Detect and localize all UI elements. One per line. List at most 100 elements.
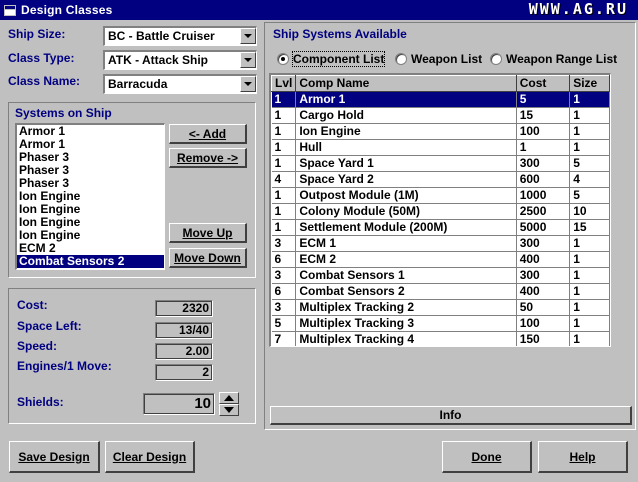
- ship-settings-panel: Ship Size: BC - Battle Cruiser Class Typ…: [2, 22, 262, 96]
- space-left-label: Space Left:: [17, 319, 82, 333]
- cell-cost: 100: [516, 123, 571, 140]
- cell-lvl: 1: [271, 123, 297, 140]
- cell-comp-name: ECM 2: [295, 251, 517, 268]
- design-classes-window: Design Classes WWW.AG.RU Ship Size: BC -…: [0, 0, 638, 482]
- table-row[interactable]: 4 Space Yard 2 600 4: [271, 171, 610, 188]
- cell-lvl: 1: [271, 155, 297, 172]
- cell-size: 1: [569, 107, 610, 124]
- weapon-range-list-radio-indicator[interactable]: [490, 53, 502, 65]
- cell-lvl: 7: [271, 331, 297, 346]
- ship-size-select[interactable]: BC - Battle Cruiser: [103, 26, 257, 46]
- cell-cost: 300: [516, 155, 571, 172]
- cell-lvl: 6: [271, 251, 297, 268]
- cell-size: 1: [569, 331, 610, 346]
- cell-cost: 1000: [516, 187, 571, 204]
- cell-size: 5: [569, 155, 610, 172]
- cell-comp-name: Outpost Module (1M): [295, 187, 517, 204]
- cell-cost: 400: [516, 251, 571, 268]
- cell-size: 1: [569, 235, 610, 252]
- clear-design-button[interactable]: Clear Design: [105, 441, 195, 473]
- cell-size: 1: [569, 123, 610, 140]
- ship-systems-table-container[interactable]: Lvl Comp Name Cost Size 1 Armor 1 5 1 1 Cargo…: [269, 73, 611, 347]
- table-row[interactable]: 3 Combat Sensors 1 300 1: [271, 267, 610, 284]
- cell-size: 1: [569, 251, 610, 268]
- class-name-dropdown-arrow-icon[interactable]: [240, 76, 256, 92]
- table-row[interactable]: 1 Settlement Module (200M) 5000 15: [271, 219, 610, 236]
- cell-lvl: 1: [271, 219, 297, 236]
- class-name-value: Barracuda: [108, 77, 168, 91]
- component-list-radio-indicator[interactable]: [277, 53, 289, 65]
- ship-systems-panel: Ship Systems Available Component List We…: [264, 22, 636, 430]
- cell-comp-name: Ion Engine: [295, 123, 517, 140]
- cell-lvl: 1: [271, 203, 297, 220]
- table-row[interactable]: 3 Multiplex Tracking 2 50 1: [271, 299, 610, 316]
- class-type-select[interactable]: ATK - Attack Ship: [103, 50, 257, 70]
- cell-lvl: 1: [271, 187, 297, 204]
- cell-cost: 100: [516, 315, 571, 332]
- class-name-select[interactable]: Barracuda: [103, 74, 257, 94]
- shields-value[interactable]: 10: [143, 393, 215, 415]
- cell-comp-name: Armor 1: [295, 91, 517, 108]
- table-row[interactable]: 1 Space Yard 1 300 5: [271, 155, 610, 172]
- table-row[interactable]: 6 Combat Sensors 2 400 1: [271, 283, 610, 300]
- add-button[interactable]: <- Add: [169, 124, 247, 144]
- table-row[interactable]: 1 Colony Module (50M) 2500 10: [271, 203, 610, 220]
- cell-cost: 15: [516, 107, 571, 124]
- table-row[interactable]: 1 Hull 1 1: [271, 139, 610, 156]
- shields-down-arrow-icon[interactable]: [219, 404, 239, 416]
- cell-comp-name: ECM 1: [295, 235, 517, 252]
- move-down-button[interactable]: Move Down: [169, 248, 247, 268]
- systems-on-ship-list[interactable]: Armor 1 Armor 1 Phaser 3 Phaser 3 Phaser 3 Io…: [15, 123, 165, 270]
- shields-up-arrow-icon[interactable]: [219, 392, 239, 404]
- ship-systems-title: Ship Systems Available: [273, 27, 407, 41]
- save-design-button[interactable]: Save Design: [9, 441, 100, 473]
- ship-systems-table: Lvl Comp Name Cost Size 1 Armor 1 5 1 1 Cargo…: [271, 75, 610, 346]
- header-cost[interactable]: Cost: [515, 75, 571, 92]
- engines-per-move-label: Engines/1 Move:: [17, 359, 112, 373]
- cell-lvl: 1: [271, 91, 297, 108]
- table-row[interactable]: 1 Cargo Hold 15 1: [271, 107, 610, 124]
- cell-size: 1: [569, 267, 610, 284]
- watermark: WWW.AG.RU: [528, 0, 628, 18]
- table-row[interactable]: 1 Armor 151: [271, 91, 610, 108]
- weapon-range-list-radio[interactable]: Weapon Range List: [490, 52, 617, 66]
- table-row[interactable]: 1 Ion Engine 100 1: [271, 123, 610, 140]
- header-size[interactable]: Size: [569, 75, 610, 92]
- cell-cost: 5000: [516, 219, 571, 236]
- class-type-dropdown-arrow-icon[interactable]: [240, 52, 256, 68]
- component-list-radio[interactable]: Component List: [277, 51, 386, 67]
- cell-size: 10: [569, 203, 610, 220]
- cell-size: 1: [569, 299, 610, 316]
- cell-cost: 300: [516, 235, 571, 252]
- cell-comp-name: Combat Sensors 2: [295, 283, 517, 300]
- class-name-label: Class Name:: [8, 74, 81, 88]
- ship-size-value: BC - Battle Cruiser: [108, 29, 215, 43]
- cell-size: 15: [569, 219, 610, 236]
- shields-spinner[interactable]: [219, 392, 239, 416]
- cell-comp-name: Multiplex Tracking 2: [295, 299, 517, 316]
- table-row[interactable]: 5 Multiplex Tracking 3 100 1: [271, 315, 610, 332]
- header-lvl[interactable]: Lvl: [271, 75, 297, 92]
- list-item[interactable]: Combat Sensors 2: [17, 255, 164, 268]
- cell-comp-name: Multiplex Tracking 4: [295, 331, 517, 346]
- done-button[interactable]: Done: [442, 441, 532, 473]
- table-row[interactable]: 6 ECM 2 400 1: [271, 251, 610, 268]
- move-up-button[interactable]: Move Up: [169, 223, 247, 243]
- weapon-list-radio[interactable]: Weapon List: [395, 52, 482, 66]
- header-comp-name[interactable]: Comp Name: [295, 75, 517, 92]
- app-icon[interactable]: [4, 4, 16, 16]
- cell-size: 1: [569, 283, 610, 300]
- title-bar[interactable]: Design Classes WWW.AG.RU: [0, 0, 638, 20]
- cell-size: 1: [569, 91, 610, 108]
- weapon-list-radio-indicator[interactable]: [395, 53, 407, 65]
- cell-cost: 5: [516, 91, 571, 108]
- cell-cost: 50: [516, 299, 571, 316]
- remove-button[interactable]: Remove ->: [169, 148, 247, 168]
- table-row[interactable]: 3 ECM 1 300 1: [271, 235, 610, 252]
- table-row[interactable]: 7 Multiplex Tracking 4 150 1: [271, 331, 610, 346]
- ship-size-dropdown-arrow-icon[interactable]: [240, 28, 256, 44]
- info-button[interactable]: Info: [270, 406, 632, 425]
- cell-cost: 300: [516, 267, 571, 284]
- help-button[interactable]: Help: [538, 441, 628, 473]
- table-row[interactable]: 1 Outpost Module (1M) 1000 5: [271, 187, 610, 204]
